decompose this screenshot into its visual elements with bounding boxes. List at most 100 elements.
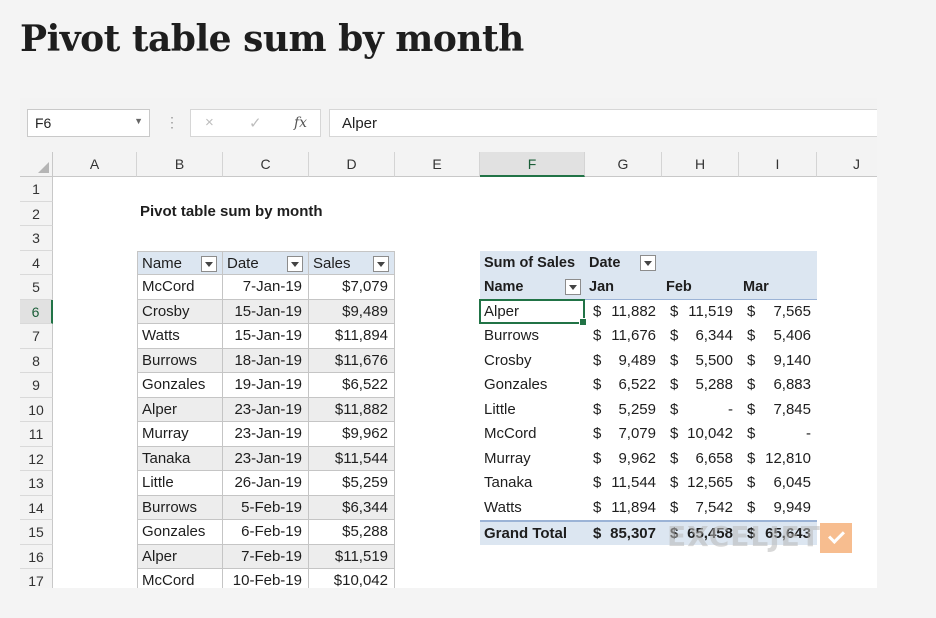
source-cell[interactable]: $11,894 xyxy=(309,324,395,349)
pivot-value-cell[interactable]: $6,883 xyxy=(739,373,817,398)
pivot-value-cell[interactable]: $12,565 xyxy=(662,471,739,496)
enter-icon[interactable]: ✓ xyxy=(249,114,262,132)
source-cell[interactable]: Murray xyxy=(137,422,223,447)
pivot-value-cell[interactable]: $11,519 xyxy=(662,300,739,325)
source-cell[interactable]: 19-Jan-19 xyxy=(223,373,309,398)
insert-function-icon[interactable]: fx xyxy=(294,115,307,131)
active-cell-selection[interactable] xyxy=(479,298,587,326)
pivot-row-label[interactable]: Little xyxy=(480,398,585,423)
filter-dropdown-icon[interactable] xyxy=(201,255,217,272)
pivot-row-label[interactable]: Gonzales xyxy=(480,373,585,398)
source-cell[interactable]: Burrows xyxy=(137,348,223,373)
source-cell[interactable]: 23-Jan-19 xyxy=(223,446,309,471)
source-cell[interactable]: 5-Feb-19 xyxy=(223,495,309,520)
pivot-month-header[interactable]: Feb xyxy=(662,275,739,300)
grand-total-cell[interactable]: $85,307 xyxy=(585,520,662,545)
source-cell[interactable]: $7,079 xyxy=(309,275,395,300)
source-cell[interactable]: Alper xyxy=(137,397,223,422)
source-cell[interactable]: $6,344 xyxy=(309,495,395,520)
source-cell[interactable]: Watts xyxy=(137,324,223,349)
pivot-value-cell[interactable]: $6,522 xyxy=(585,373,662,398)
source-cell[interactable]: McCord xyxy=(137,275,223,300)
source-header-name[interactable]: Name xyxy=(137,250,223,275)
row-header-2[interactable]: 2 xyxy=(20,201,53,226)
source-header-sales[interactable]: Sales xyxy=(309,250,395,275)
row-header-8[interactable]: 8 xyxy=(20,348,53,373)
source-cell[interactable]: 7-Feb-19 xyxy=(223,544,309,569)
pivot-value-cell[interactable]: $9,962 xyxy=(585,447,662,472)
pivot-row-label[interactable]: Murray xyxy=(480,447,585,472)
source-cell[interactable]: 6-Feb-19 xyxy=(223,520,309,545)
pivot-value-cell[interactable]: $5,500 xyxy=(662,349,739,374)
source-cell[interactable]: 26-Jan-19 xyxy=(223,471,309,496)
formula-input[interactable]: Alper xyxy=(329,109,877,137)
row-header-10[interactable]: 10 xyxy=(20,397,53,422)
row-header-9[interactable]: 9 xyxy=(20,373,53,398)
source-cell[interactable]: 23-Jan-19 xyxy=(223,397,309,422)
filter-dropdown-icon[interactable] xyxy=(287,255,303,272)
filter-dropdown-icon[interactable] xyxy=(373,255,389,272)
row-header-16[interactable]: 16 xyxy=(20,544,53,569)
pivot-value-cell[interactable]: $9,140 xyxy=(739,349,817,374)
row-header-5[interactable]: 5 xyxy=(20,275,53,300)
source-cell[interactable]: Alper xyxy=(137,544,223,569)
row-header-13[interactable]: 13 xyxy=(20,471,53,496)
pivot-value-cell[interactable]: $9,489 xyxy=(585,349,662,374)
pivot-row-label[interactable]: Burrows xyxy=(480,324,585,349)
pivot-value-cell[interactable]: $6,045 xyxy=(739,471,817,496)
source-cell[interactable]: 18-Jan-19 xyxy=(223,348,309,373)
source-cell[interactable]: $11,519 xyxy=(309,544,395,569)
source-cell[interactable]: 23-Jan-19 xyxy=(223,422,309,447)
pivot-value-cell[interactable]: $7,542 xyxy=(662,496,739,521)
row-filter-dropdown-icon[interactable] xyxy=(565,279,581,295)
column-header-e[interactable]: E xyxy=(395,152,480,177)
pivot-value-cell[interactable]: $11,544 xyxy=(585,471,662,496)
source-cell[interactable]: McCord xyxy=(137,569,223,588)
source-cell[interactable]: Little xyxy=(137,471,223,496)
source-cell[interactable]: Crosby xyxy=(137,299,223,324)
source-cell[interactable]: $5,288 xyxy=(309,520,395,545)
column-header-f[interactable]: F xyxy=(480,152,585,177)
pivot-row-field[interactable]: Name xyxy=(480,275,585,300)
pivot-value-cell[interactable]: $10,042 xyxy=(662,422,739,447)
column-filter-dropdown-icon[interactable] xyxy=(640,254,656,271)
column-header-j[interactable]: J xyxy=(817,152,877,177)
row-header-12[interactable]: 12 xyxy=(20,446,53,471)
row-header-1[interactable]: 1 xyxy=(20,177,53,202)
pivot-row-label[interactable]: Crosby xyxy=(480,349,585,374)
source-cell[interactable]: 15-Jan-19 xyxy=(223,324,309,349)
pivot-column-field[interactable]: Date xyxy=(585,250,662,275)
row-header-11[interactable]: 11 xyxy=(20,422,53,447)
source-header-date[interactable]: Date xyxy=(223,250,309,275)
source-cell[interactable]: Burrows xyxy=(137,495,223,520)
pivot-value-cell[interactable]: $6,658 xyxy=(662,447,739,472)
chevron-down-icon[interactable]: ▼ xyxy=(134,116,143,126)
pivot-row-label[interactable]: McCord xyxy=(480,422,585,447)
row-header-15[interactable]: 15 xyxy=(20,520,53,545)
source-cell[interactable]: $5,259 xyxy=(309,471,395,496)
pivot-month-header[interactable]: Mar xyxy=(739,275,817,300)
source-cell[interactable]: $10,042 xyxy=(309,569,395,588)
row-header-17[interactable]: 17 xyxy=(20,569,53,588)
source-cell[interactable]: $11,882 xyxy=(309,397,395,422)
row-header-6[interactable]: 6 xyxy=(20,299,53,324)
pivot-value-cell[interactable]: $7,079 xyxy=(585,422,662,447)
pivot-value-cell[interactable]: $5,259 xyxy=(585,398,662,423)
pivot-value-cell[interactable]: $12,810 xyxy=(739,447,817,472)
pivot-value-cell[interactable]: $7,565 xyxy=(739,300,817,325)
pivot-row-label[interactable]: Watts xyxy=(480,496,585,521)
source-cell[interactable]: $9,489 xyxy=(309,299,395,324)
pivot-value-cell[interactable]: $11,894 xyxy=(585,496,662,521)
column-header-a[interactable]: A xyxy=(53,152,137,177)
source-cell[interactable]: Gonzales xyxy=(137,373,223,398)
column-header-h[interactable]: H xyxy=(662,152,739,177)
source-cell[interactable]: Gonzales xyxy=(137,520,223,545)
pivot-month-header[interactable]: Jan xyxy=(585,275,662,300)
source-cell[interactable]: Tanaka xyxy=(137,446,223,471)
pivot-value-cell[interactable]: $ - xyxy=(739,422,817,447)
pivot-value-cell[interactable]: $5,406 xyxy=(739,324,817,349)
pivot-value-cell[interactable]: $9,949 xyxy=(739,496,817,521)
row-header-4[interactable]: 4 xyxy=(20,250,53,275)
row-header-14[interactable]: 14 xyxy=(20,495,53,520)
column-header-c[interactable]: C xyxy=(223,152,309,177)
